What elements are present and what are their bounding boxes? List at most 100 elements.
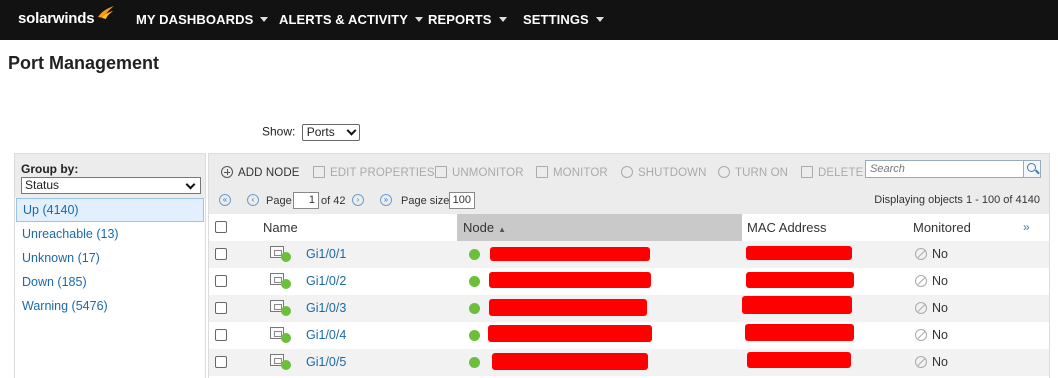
group-by-header: Group by: Status [15,154,205,198]
table-row[interactable]: Gi1/0/5 No [209,349,1049,376]
shutdown-button[interactable]: SHUTDOWN [621,166,707,179]
trash-icon [801,166,813,178]
chevron-down-icon [260,17,269,22]
turn-on-label: TURN ON [735,167,789,179]
table-row[interactable]: Gi1/0/1 No [209,241,1049,268]
status-up-icon [281,306,291,316]
monitored-text: No [932,274,948,288]
nav-my-dashboards[interactable]: MY DASHBOARDS [136,12,269,27]
group-by-select[interactable]: Status [21,177,201,194]
redacted-mac [746,272,854,288]
table-row[interactable]: Gi1/0/2 No [209,268,1049,295]
page-count: of 42 [321,195,346,207]
group-item-unknown[interactable]: Unknown (17) [15,246,205,270]
nav-settings-label: SETTINGS [523,12,589,27]
unmonitor-icon [435,166,447,178]
sort-asc-icon: ▲ [498,225,506,234]
node-status-icon [469,330,480,341]
monitored-value: No [915,274,948,288]
show-select[interactable]: Ports [301,124,360,141]
status-up-icon [281,279,291,289]
last-page-icon[interactable]: » [380,194,392,206]
redacted-node [489,272,651,288]
column-node-label: Node [463,220,495,235]
column-mac-address[interactable]: MAC Address [747,214,826,241]
port-name-link[interactable]: Gi1/0/4 [306,328,346,342]
not-monitored-icon [915,248,927,260]
edit-properties-button[interactable]: EDIT PROPERTIES [313,166,435,179]
node-status-icon [469,276,480,287]
monitored-text: No [932,328,948,342]
not-monitored-icon [915,275,927,287]
monitor-icon [536,166,548,178]
edit-properties-label: EDIT PROPERTIES [330,167,435,179]
port-name-link[interactable]: Gi1/0/3 [306,301,346,315]
table-header: Name Node ▲ MAC Address Monitored » [209,214,1049,241]
group-item-down[interactable]: Down (185) [15,270,205,294]
node-status-icon [469,303,480,314]
turn-on-button[interactable]: TURN ON [718,166,788,179]
not-monitored-icon [915,329,927,341]
row-checkbox[interactable] [215,356,227,368]
port-name-link[interactable]: Gi1/0/2 [306,274,346,288]
group-by-label: Group by: [21,162,79,176]
status-up-icon [281,333,291,343]
nav-reports[interactable]: REPORTS [428,12,507,27]
next-page-icon[interactable]: › [352,194,364,206]
redacted-node [489,299,647,316]
first-page-icon[interactable]: « [219,194,231,206]
row-checkbox[interactable] [215,329,227,341]
group-item-warning[interactable]: Warning (5476) [15,294,205,318]
select-all-checkbox[interactable] [215,221,227,233]
monitored-value: No [915,247,948,261]
table-row[interactable]: Gi1/0/3 No [209,295,1049,322]
page-size-label: Page size [401,195,450,207]
delete-label: DELETE [818,167,864,179]
show-filter: Show: Ports [262,124,360,141]
redacted-node [490,247,650,261]
status-up-icon [281,252,291,262]
plus-icon [221,166,233,178]
redacted-mac [745,324,854,341]
chevron-down-icon [498,17,507,22]
show-label: Show: [262,124,296,139]
nav-alerts-activity[interactable]: ALERTS & ACTIVITY [279,12,424,27]
port-name-link[interactable]: Gi1/0/5 [306,355,346,369]
shutdown-label: SHUTDOWN [638,167,707,179]
nav-settings[interactable]: SETTINGS [523,12,604,27]
column-name[interactable]: Name [263,214,298,241]
more-columns-icon[interactable]: » [1023,214,1030,241]
row-checkbox[interactable] [215,248,227,260]
add-node-label: ADD NODE [238,167,300,179]
monitor-button[interactable]: MONITOR [536,166,608,179]
row-checkbox[interactable] [215,302,227,314]
group-item-up[interactable]: Up (4140) [16,198,204,222]
nav-my-dashboards-label: MY DASHBOARDS [136,12,254,27]
search-input[interactable]: Search [865,160,1041,178]
port-name-link[interactable]: Gi1/0/1 [306,247,346,261]
delete-button[interactable]: DELETE [801,166,863,179]
group-item-unreachable[interactable]: Unreachable (13) [15,222,205,246]
search-icon[interactable] [1023,160,1041,178]
monitored-value: No [915,301,948,315]
add-node-button[interactable]: ADD NODE [221,166,300,179]
table-row[interactable]: Gi1/0/4 No [209,322,1049,349]
monitored-text: No [932,247,948,261]
unmonitor-label: UNMONITOR [452,167,524,179]
node-status-icon [469,357,480,368]
ports-grid: ADD NODE EDIT PROPERTIES UNMONITOR MONIT… [208,153,1050,378]
monitor-label: MONITOR [553,167,608,179]
column-node[interactable]: Node ▲ [457,214,742,241]
page-size-input[interactable]: 100 [449,192,475,209]
pencil-icon [313,166,325,178]
column-monitored[interactable]: Monitored [913,214,971,241]
chevron-down-icon [185,179,196,190]
unmonitor-button[interactable]: UNMONITOR [435,166,524,179]
page-number-input[interactable]: 1 [293,192,319,209]
displaying-objects: Displaying objects 1 - 100 of 4140 [874,194,1040,206]
monitored-value: No [915,328,948,342]
prev-page-icon[interactable]: ‹ [247,194,259,206]
pager: « ‹ Page 1 of 42 › » Page size 100 Displ… [209,192,1049,210]
solarwinds-logo[interactable]: solarwinds [18,10,95,27]
row-checkbox[interactable] [215,275,227,287]
